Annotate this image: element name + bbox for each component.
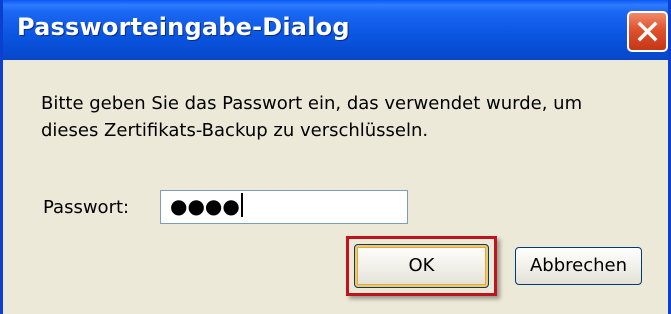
- close-icon: [637, 21, 658, 42]
- dialog-message: Bitte geben Sie das Passwort ein, das ve…: [41, 93, 583, 141]
- password-mask: ●●●●: [170, 194, 240, 218]
- text-caret: [240, 193, 243, 217]
- password-label: Passwort:: [43, 197, 130, 218]
- ok-button[interactable]: OK: [354, 244, 489, 288]
- close-button[interactable]: [627, 11, 668, 52]
- title-bar[interactable]: Passworteingabe-Dialog: [3, 0, 668, 60]
- dialog-title: Passworteingabe-Dialog: [17, 13, 350, 41]
- cancel-button[interactable]: Abbrechen: [515, 247, 642, 285]
- password-dialog: Passworteingabe-Dialog Bitte geben Sie d…: [0, 0, 671, 314]
- password-input[interactable]: ●●●●: [160, 190, 408, 224]
